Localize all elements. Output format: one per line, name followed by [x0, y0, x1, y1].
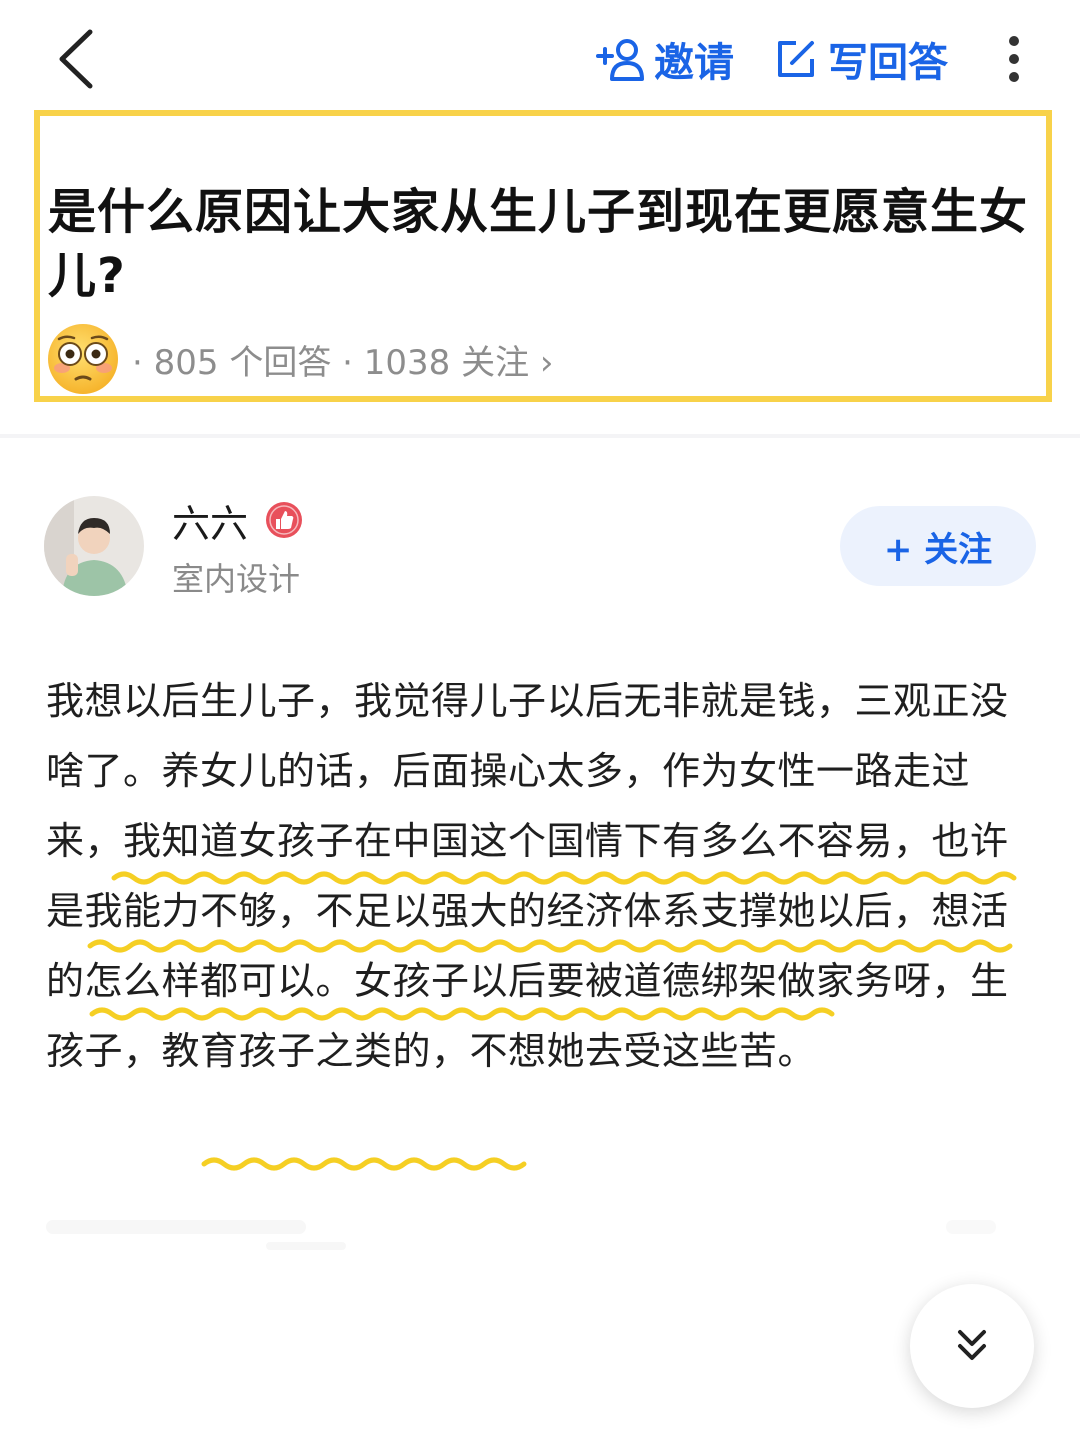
follow-button[interactable]: + 关注 [840, 506, 1036, 586]
thumbs-up-badge-icon [266, 502, 303, 538]
scroll-next-button[interactable] [910, 1284, 1034, 1408]
divider [0, 434, 1080, 438]
flushed-face-icon [48, 324, 118, 394]
question-meta[interactable]: · 805 个回答 · 1038 关注 › [46, 322, 553, 396]
author-name[interactable]: 六六 [172, 494, 304, 546]
author-row: 六六 室内设计 + 关注 [44, 494, 1044, 604]
avatar-image [44, 496, 144, 596]
back-button[interactable] [52, 28, 102, 90]
top-bar: 邀请 写回答 [0, 0, 1080, 110]
edit-icon [778, 41, 814, 77]
squiggle-underline-4 [201, 1157, 527, 1171]
double-chevron-down-icon [958, 1330, 986, 1360]
write-answer-label: 写回答 [828, 40, 948, 86]
answer-content[interactable]: 我想以后生儿子，我觉得儿子以后无非就是钱，三观正没啥了。养女儿的话，后面操心太多… [46, 666, 1026, 1086]
author-description: 室内设计 [172, 560, 301, 598]
more-button[interactable] [996, 32, 1032, 86]
avatar[interactable] [44, 496, 144, 596]
more-vertical-icon [1009, 36, 1019, 82]
author-name-text: 六六 [172, 501, 249, 546]
question-stats: · 805 个回答 · 1038 关注 › [132, 342, 554, 383]
write-answer-button[interactable]: 写回答 [774, 34, 948, 86]
invite-label: 邀请 [654, 40, 734, 86]
chevron-left-icon [59, 29, 93, 89]
add-person-icon [596, 39, 644, 81]
question-title[interactable]: 是什么原因让大家从生儿子到现在更愿意生女儿? [48, 180, 1048, 308]
faded-content-preview [46, 1220, 996, 1250]
question-header: 是什么原因让大家从生儿子到现在更愿意生女儿? · 805 个回答 · 1038 … [34, 110, 1052, 402]
invite-button[interactable]: 邀请 [596, 34, 734, 86]
